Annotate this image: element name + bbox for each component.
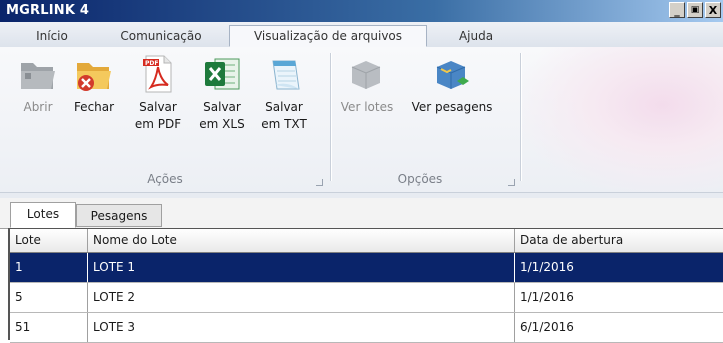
ribbon-tab-bar: Início Comunicação Visualização de arqui… — [0, 22, 723, 48]
cell-lote: 51 — [10, 313, 88, 342]
cell-data: 6/1/2016 — [520, 320, 574, 334]
cell-lote: 1 — [10, 253, 88, 282]
restore-icon: ▣ — [690, 5, 700, 15]
save-txt-label-2: em TXT — [261, 117, 307, 131]
save-xls-label-2: em XLS — [199, 117, 245, 131]
ribbon-decoration — [520, 47, 723, 192]
tab-lotes[interactable]: Lotes — [10, 202, 76, 228]
save-txt-button[interactable]: Salvar em TXT — [254, 53, 314, 133]
view-lots-label: Ver lotes — [340, 100, 394, 114]
cell-lote: 5 — [10, 283, 88, 312]
column-header-data-de-abertura[interactable]: Data de abertura — [515, 229, 723, 252]
ribbon-panel: Abrir Fechar PDF Salvar em PDF Salvar em… — [0, 47, 723, 192]
restore-button[interactable]: ▣ — [687, 2, 703, 18]
cell-nome: LOTE 2 — [88, 283, 515, 312]
save-pdf-button[interactable]: PDF Salvar em PDF — [128, 53, 188, 133]
tab-pesagens[interactable]: Pesagens — [76, 204, 162, 227]
save-txt-label-1: Salvar — [265, 100, 303, 114]
open-label: Abrir — [23, 100, 53, 114]
cell-nome: LOTE 1 — [88, 253, 515, 282]
save-pdf-label-2: em PDF — [134, 117, 182, 131]
group-label-acoes: Ações — [147, 172, 183, 186]
opcoes-dialog-launcher-icon[interactable] — [508, 179, 515, 186]
lots-icon — [346, 53, 388, 95]
table-row[interactable]: 5 LOTE 2 1/1/2016 — [10, 283, 723, 313]
table-header: Lote Nome do Lote Data de abertura — [10, 229, 723, 253]
group-separator — [520, 53, 521, 181]
group-separator — [330, 53, 331, 181]
pdf-icon: PDF — [137, 53, 179, 95]
notepad-icon — [263, 53, 305, 95]
column-header-lote[interactable]: Lote — [10, 229, 88, 252]
column-header-nome-do-lote[interactable]: Nome do Lote — [88, 229, 515, 252]
view-lots-button[interactable]: Ver lotes — [337, 53, 397, 116]
lots-table: Lote Nome do Lote Data de abertura 1 LOT… — [8, 228, 723, 343]
save-pdf-label-1: Salvar — [139, 100, 177, 114]
cell-nome: LOTE 3 — [88, 313, 515, 342]
content-tab-bar: Lotes Pesagens — [0, 198, 723, 229]
tab-ajuda[interactable]: Ajuda — [442, 26, 510, 47]
window-controls: _ ▣ X — [669, 2, 721, 18]
close-button[interactable]: X — [705, 2, 721, 18]
view-weighings-label: Ver pesagens — [411, 100, 493, 114]
excel-icon — [201, 53, 243, 95]
close-file-label: Fechar — [73, 100, 115, 114]
title-bar: MGRLINK 4 _ ▣ X — [0, 0, 723, 22]
acoes-dialog-launcher-icon[interactable] — [316, 179, 323, 186]
tab-visualizacao-de-arquivos[interactable]: Visualização de arquivos — [229, 25, 427, 47]
open-button[interactable]: Abrir — [8, 53, 68, 116]
folder-open-icon — [17, 53, 59, 95]
view-weighings-button[interactable]: Ver pesagens — [410, 53, 494, 116]
minimize-button[interactable]: _ — [669, 2, 685, 18]
group-label-opcoes: Opções — [397, 172, 443, 186]
tab-inicio[interactable]: Início — [20, 26, 84, 47]
folder-close-icon — [73, 53, 115, 95]
save-xls-label-1: Salvar — [203, 100, 241, 114]
weighings-icon — [431, 53, 473, 95]
window-title: MGRLINK 4 — [6, 3, 90, 18]
save-xls-button[interactable]: Salvar em XLS — [192, 53, 252, 133]
cell-data: 1/1/2016 — [520, 260, 574, 274]
table-row[interactable]: 1 LOTE 1 1/1/2016 — [10, 253, 723, 283]
cell-data: 1/1/2016 — [520, 290, 574, 304]
close-file-button[interactable]: Fechar — [64, 53, 124, 116]
svg-text:PDF: PDF — [145, 60, 158, 67]
tab-comunicacao[interactable]: Comunicação — [106, 26, 216, 47]
